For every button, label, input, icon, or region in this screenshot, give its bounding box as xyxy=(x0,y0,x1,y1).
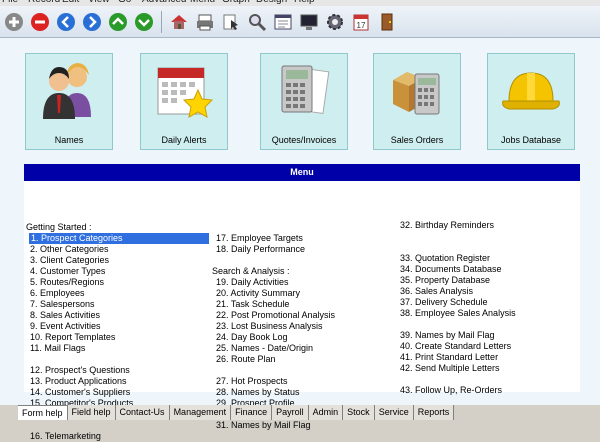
menu-item[interactable]: 5. Routes/Regions xyxy=(30,277,104,288)
menubar-item[interactable]: Design xyxy=(256,0,287,5)
menu-header: Menu xyxy=(24,164,580,181)
menu-item[interactable]: 32. Birthday Reminders xyxy=(400,220,494,231)
menu-item[interactable]: 40. Create Standard Letters xyxy=(400,341,511,352)
down-icon[interactable] xyxy=(133,11,155,33)
hardhat-icon xyxy=(488,57,574,125)
menu-item[interactable]: 34. Documents Database xyxy=(400,264,502,275)
menu-item[interactable]: 42. Send Multiple Letters xyxy=(400,363,500,374)
up-icon[interactable] xyxy=(107,11,129,33)
menu-item[interactable]: 41. Print Standard Letter xyxy=(400,352,498,363)
menu-item[interactable]: 20. Activity Summary xyxy=(216,288,300,299)
printer-icon[interactable] xyxy=(194,11,216,33)
menubar-item[interactable]: File xyxy=(2,0,18,5)
menu-item[interactable]: 27. Hot Prospects xyxy=(216,376,288,387)
menubar-item[interactable]: View xyxy=(88,0,110,5)
menubar-item[interactable]: Record xyxy=(28,0,60,5)
monitor-icon[interactable] xyxy=(298,11,320,33)
toolbar: 17 xyxy=(0,6,600,38)
menu-item[interactable]: 24. Day Book Log xyxy=(216,332,288,343)
menu-item[interactable]: 33. Quotation Register xyxy=(400,253,490,264)
menu-item[interactable]: 11. Mail Flags xyxy=(30,343,85,354)
menu-item[interactable]: 1. Prospect Categories xyxy=(29,233,209,244)
bottom-tab-bar: Form help Field help Contact-Us Management F… xyxy=(18,405,455,420)
tile-names[interactable]: Names xyxy=(25,53,113,150)
tile-label: Jobs Database xyxy=(500,135,562,145)
calculator-icon xyxy=(261,57,347,125)
delete-icon[interactable] xyxy=(29,11,51,33)
tab-contact-us[interactable]: Contact-Us xyxy=(115,405,170,420)
menu-item[interactable]: 38. Employee Sales Analysis xyxy=(400,308,516,319)
menu-item[interactable]: 22. Post Promotional Analysis xyxy=(216,310,335,321)
menu-item[interactable]: 19. Daily Activities xyxy=(216,277,289,288)
menu-item[interactable]: 39. Names by Mail Flag xyxy=(400,330,495,341)
toolbar-separator xyxy=(161,10,162,33)
menu-panel: Menu Getting Started :1. Prospect Catego… xyxy=(24,164,580,441)
menubar-item[interactable]: Edit xyxy=(62,0,79,5)
menu-item[interactable]: 13. Product Applications xyxy=(30,376,127,387)
menubar-item[interactable]: Graph xyxy=(222,0,250,5)
tile-jobs-database[interactable]: Jobs Database xyxy=(487,53,575,150)
tile-quotes-invoices[interactable]: Quotes/Invoices xyxy=(260,53,348,150)
menu-item[interactable]: 31. Names by Mail Flag xyxy=(216,420,311,431)
menubar-item[interactable]: Help xyxy=(294,0,315,5)
menu-item[interactable]: 8. Sales Activities xyxy=(30,310,100,321)
menu-item[interactable]: 3. Client Categories xyxy=(30,255,109,266)
tab-form-help[interactable]: Form help xyxy=(18,405,68,420)
menu-item[interactable]: 9. Event Activities xyxy=(30,321,101,332)
next-icon[interactable] xyxy=(81,11,103,33)
menu-item[interactable]: 4. Customer Types xyxy=(30,266,105,277)
pointer-icon[interactable] xyxy=(220,11,242,33)
tile-daily-alerts[interactable]: Daily Alerts xyxy=(140,53,228,150)
tile-label: Daily Alerts xyxy=(161,135,207,145)
menu-item[interactable]: 37. Delivery Schedule xyxy=(400,297,488,308)
tile-label: Names xyxy=(54,135,84,145)
window-icon[interactable] xyxy=(272,11,294,33)
menu-item[interactable]: 10. Report Templates xyxy=(30,332,115,343)
tab-management[interactable]: Management xyxy=(169,405,232,420)
menu-item[interactable]: 14. Customer's Suppliers xyxy=(30,387,130,398)
box-calculator-icon xyxy=(374,57,460,125)
tile-label: Sales Orders xyxy=(390,135,444,145)
menu-item[interactable]: 43. Follow Up, Re-Orders xyxy=(400,385,502,396)
tile-label: Quotes/Invoices xyxy=(271,135,337,145)
menu-item[interactable]: 16. Telemarketing xyxy=(30,431,101,442)
tile-sales-orders[interactable]: Sales Orders xyxy=(373,53,461,150)
menu-item[interactable]: 2. Other Categories xyxy=(30,244,109,255)
menu-section-heading: Search & Analysis : xyxy=(212,266,290,276)
menu-item[interactable]: 17. Employee Targets xyxy=(216,233,303,244)
tab-finance[interactable]: Finance xyxy=(231,405,273,420)
tab-field-help[interactable]: Field help xyxy=(67,405,116,420)
tab-stock[interactable]: Stock xyxy=(343,405,375,420)
tab-admin[interactable]: Admin xyxy=(308,405,344,420)
menubar-item[interactable]: Advanced xyxy=(142,0,186,5)
svg-text:17: 17 xyxy=(357,21,366,30)
door-icon[interactable] xyxy=(376,11,398,33)
home-icon[interactable] xyxy=(168,11,190,33)
menu-item[interactable]: 26. Route Plan xyxy=(216,354,276,365)
menubar-item[interactable]: Go xyxy=(118,0,131,5)
calendar-star-icon xyxy=(141,57,227,125)
tab-payroll[interactable]: Payroll xyxy=(272,405,309,420)
settings-icon[interactable] xyxy=(324,11,346,33)
menu-item[interactable]: 21. Task Schedule xyxy=(216,299,289,310)
menu-item[interactable]: 25. Names - Date/Origin xyxy=(216,343,313,354)
calendar-icon[interactable]: 17 xyxy=(350,11,372,33)
menu-section-heading: Getting Started : xyxy=(26,222,92,232)
main-content: Names Daily Alerts Quotes/Invoices Sales… xyxy=(0,38,600,441)
menu-item[interactable]: 36. Sales Analysis xyxy=(400,286,473,297)
menu-item[interactable]: 23. Lost Business Analysis xyxy=(216,321,323,332)
previous-icon[interactable] xyxy=(55,11,77,33)
menubar-item[interactable]: Menu xyxy=(190,0,215,5)
menu-item[interactable]: 28. Names by Status xyxy=(216,387,300,398)
menu-item[interactable]: 6. Employees xyxy=(30,288,85,299)
add-icon[interactable] xyxy=(3,11,25,33)
menu-item[interactable]: 12. Prospect's Questions xyxy=(30,365,130,376)
menu-item[interactable]: 7. Salespersons xyxy=(30,299,95,310)
tab-reports[interactable]: Reports xyxy=(413,405,455,420)
menu-item[interactable]: 35. Property Database xyxy=(400,275,490,286)
search-icon[interactable] xyxy=(246,11,268,33)
tab-service[interactable]: Service xyxy=(374,405,414,420)
menu-item[interactable]: 18. Daily Performance xyxy=(216,244,305,255)
people-icon xyxy=(26,57,112,125)
